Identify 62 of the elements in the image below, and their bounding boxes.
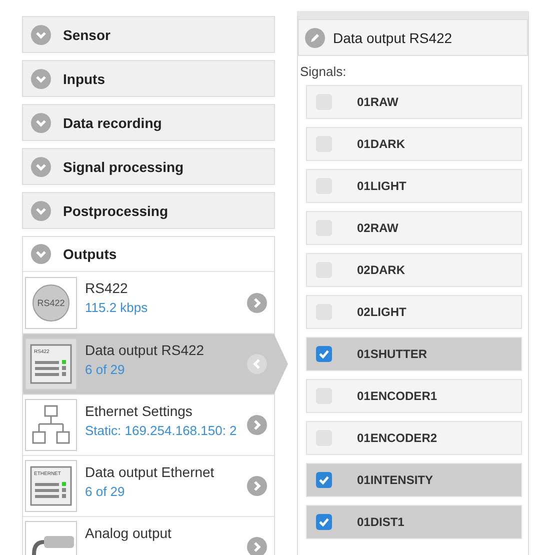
chevron-right-icon[interactable] [247, 415, 267, 435]
signal-name: 01DARK [357, 137, 406, 151]
chevron-down-icon [31, 24, 51, 44]
section-title: Outputs [63, 246, 117, 262]
signal-name: 01SHUTTER [357, 347, 428, 361]
signal-row[interactable]: 01LIGHT [306, 169, 522, 203]
device-icon: RS422 [25, 276, 77, 328]
output-item[interactable]: Analog output [23, 516, 274, 555]
signal-row[interactable]: 01RAW [306, 85, 522, 119]
section-title: Sensor [63, 26, 110, 42]
section-header[interactable]: Signal processing [23, 149, 274, 184]
signal-name: 02RAW [357, 221, 398, 235]
section-header[interactable]: Sensor [23, 17, 274, 52]
chevron-down-icon [31, 156, 51, 176]
section-header[interactable]: Inputs [23, 61, 274, 96]
item-title: Data output Ethernet [85, 464, 216, 480]
signal-row[interactable]: 01INTENSITY [306, 463, 522, 497]
item-subtitle: Static: 169.254.168.150: 2 [85, 423, 238, 439]
item-title: Data output RS422 [85, 342, 206, 358]
chevron-right-icon[interactable] [247, 537, 267, 555]
section-title: Postprocessing [63, 202, 168, 218]
signal-name: 01ENCODER1 [357, 389, 438, 403]
signal-name: 01ENCODER2 [357, 431, 438, 445]
signal-name: 02DARK [357, 263, 406, 277]
item-title: Ethernet Settings [85, 403, 194, 419]
chevron-down-icon [31, 68, 51, 88]
pencil-icon [305, 28, 325, 48]
item-subtitle: 6 of 29 [85, 362, 126, 378]
signal-name: 01LIGHT [357, 179, 406, 193]
item-title: RS422 [85, 280, 129, 296]
section-title: Data recording [63, 114, 162, 130]
checkbox[interactable] [316, 514, 332, 530]
device-icon [25, 399, 77, 451]
item-subtitle: 115.2 kbps [85, 300, 149, 316]
signal-row[interactable]: 01ENCODER2 [306, 421, 522, 455]
signal-row[interactable]: 01DIST1 [306, 505, 522, 539]
signal-name: 02LIGHT [357, 305, 406, 319]
chevron-left-icon[interactable] [247, 354, 267, 374]
signal-name: 01RAW [357, 95, 398, 109]
signal-row[interactable]: 02LIGHT [306, 295, 522, 329]
signal-row[interactable]: 01SHUTTER [306, 337, 522, 371]
section-title: Signal processing [63, 158, 184, 174]
signal-name: 01DIST1 [357, 515, 404, 529]
signal-row[interactable]: 02DARK [306, 253, 522, 287]
section-title: Inputs [63, 70, 105, 86]
signal-row[interactable]: 01DARK [306, 127, 522, 161]
section-header[interactable]: Postprocessing [23, 193, 274, 228]
chevron-right-icon[interactable] [247, 292, 267, 312]
signals-label: Signals: [300, 64, 348, 79]
item-title: Analog output [85, 525, 172, 541]
chevron-down-icon [31, 200, 51, 220]
checkbox[interactable] [316, 346, 332, 362]
panel-title: Data output RS422 [333, 30, 452, 46]
chevron-down-icon [31, 112, 51, 132]
signal-name: 01INTENSITY [357, 473, 434, 487]
chevron-right-icon[interactable] [247, 476, 267, 496]
item-subtitle: 6 of 29 [85, 484, 126, 500]
section-header[interactable]: Data recording [23, 105, 274, 140]
checkbox[interactable] [316, 472, 332, 488]
signal-row[interactable]: 02RAW [306, 211, 522, 245]
signal-row[interactable]: 01ENCODER1 [306, 379, 522, 413]
chevron-down-icon [31, 244, 51, 264]
